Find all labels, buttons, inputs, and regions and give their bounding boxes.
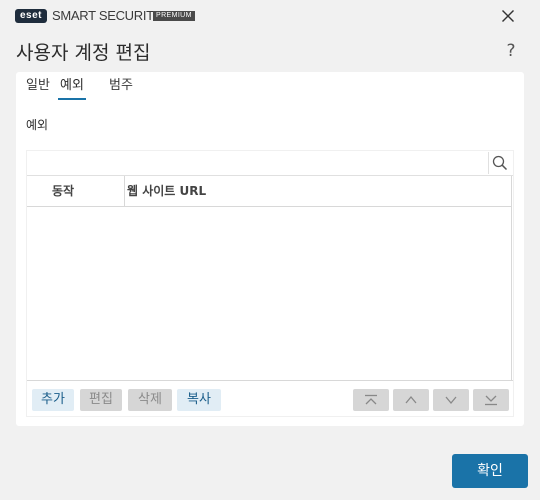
table-header: 동작 웹 사이트 URL [27, 176, 512, 207]
tab-general[interactable]: 일반 [24, 76, 52, 98]
move-top-button[interactable] [353, 389, 389, 411]
search-input[interactable] [27, 151, 491, 175]
product-name: SMART SECURITY [52, 8, 163, 23]
delete-button[interactable]: 삭제 [128, 389, 172, 411]
move-top-icon [365, 394, 377, 405]
tab-categories[interactable]: 범주 [107, 76, 135, 98]
edition-badge: PREMIUM [153, 11, 195, 21]
ok-button[interactable]: 확인 [452, 454, 528, 488]
move-up-button[interactable] [393, 389, 429, 411]
move-up-icon [405, 395, 417, 404]
search-button[interactable] [488, 152, 511, 174]
copy-button[interactable]: 복사 [177, 389, 221, 411]
edit-button[interactable]: 편집 [80, 389, 122, 411]
tab-exceptions[interactable]: 예외 [58, 76, 86, 100]
column-header-url[interactable]: 웹 사이트 URL [127, 176, 206, 206]
exceptions-list: 동작 웹 사이트 URL 추가 편집 삭제 복사 [26, 150, 514, 417]
close-icon [502, 10, 514, 22]
table-body[interactable] [27, 207, 512, 380]
move-bottom-icon [485, 395, 497, 406]
close-button[interactable] [494, 2, 522, 30]
search-row [27, 151, 513, 176]
search-icon [492, 155, 508, 171]
eset-logo: eset [15, 9, 47, 23]
move-down-icon [445, 396, 457, 405]
move-bottom-button[interactable] [473, 389, 509, 411]
move-down-button[interactable] [433, 389, 469, 411]
section-label: 예외 [26, 118, 49, 132]
page-title: 사용자 계정 편집 [16, 42, 151, 64]
title-bar: eset SMART SECURITY PREMIUM [0, 0, 540, 32]
help-button[interactable]: ? [500, 40, 522, 62]
add-button[interactable]: 추가 [32, 389, 74, 411]
list-toolbar: 추가 편집 삭제 복사 [27, 380, 513, 417]
settings-panel: 일반 예외 범주 예외 동작 웹 사이트 URL 추가 편집 삭제 복사 [16, 72, 524, 426]
column-header-action[interactable]: 동작 [27, 176, 125, 206]
